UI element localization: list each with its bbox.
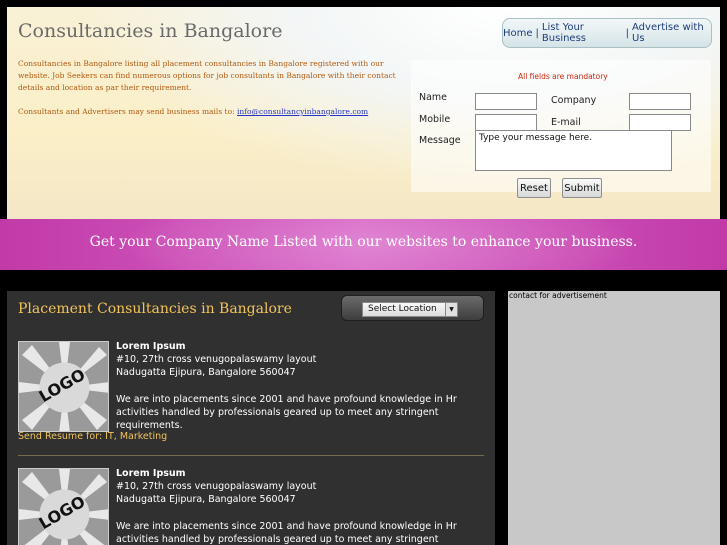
location-filter: Select Location ▼ [341,295,484,321]
nav-separator: | [535,27,539,39]
company-address-line1: #10, 27th cross venugopalaswamy layout [116,354,317,365]
promo-banner: Get your Company Name Listed with our we… [0,219,727,270]
company-name[interactable]: Lorem Ipsum [116,468,186,479]
intro-text: Consultancies in Bangalore listing all p… [18,58,403,130]
reset-button[interactable]: Reset [517,178,551,198]
listing-item: LOGO Lorem Ipsum #10, 27th cross venugop… [18,468,484,545]
company-input[interactable] [629,93,691,110]
email-label: E-mail [551,117,581,128]
header: Consultancies in Bangalore Home | List Y… [7,7,720,219]
site-title: Consultancies in Bangalore [18,20,283,42]
nav-separator: | [625,27,630,39]
submit-button[interactable]: Submit [562,178,602,198]
company-address-line1: #10, 27th cross venugopalaswamy layout [116,481,317,492]
nav-home-link[interactable]: Home [503,28,533,39]
contact-paragraph: Consultants and Advertisers may send bus… [18,106,403,118]
send-resume-link[interactable]: Send Resume for: IT, Marketing [18,431,167,442]
banner-text: Get your Company Name Listed with our we… [89,234,638,250]
advertisement-sidebar: contact for advertisement [508,291,720,545]
message-textarea[interactable]: Type your message here. [475,130,672,171]
company-description: We are into placements since 2001 and ha… [116,394,457,431]
company-label: Company [551,95,597,106]
section-title: Placement Consultancies in Bangalore [18,301,292,317]
mandatory-note: All fields are mandatory [518,72,608,81]
top-nav: Home | List Your Business | Advertise wi… [502,18,712,48]
nav-advertise-link[interactable]: Advertise with Us [632,22,711,44]
location-select[interactable]: Select Location ▼ [362,302,458,317]
intro-paragraph: Consultancies in Bangalore listing all p… [18,59,396,92]
company-address-line2: Nadugatta Ejipura, Bangalore 560047 [116,367,296,378]
listing-item: LOGO Lorem Ipsum #10, 27th cross venugop… [18,341,484,451]
listing-divider [18,455,484,456]
mobile-input[interactable] [475,114,537,131]
name-label: Name [419,92,448,103]
name-input[interactable] [475,93,537,110]
ad-label[interactable]: contact for advertisement [509,291,607,300]
mobile-label: Mobile [419,114,451,125]
contact-prefix: Consultants and Advertisers may send bus… [18,107,237,116]
company-address-line2: Nadugatta Ejipura, Bangalore 560047 [116,494,296,505]
nav-list-business-link[interactable]: List Your Business [542,22,623,44]
company-logo: LOGO [18,341,109,432]
contact-email-link[interactable]: info@consultancyinbangalore.com [237,107,368,116]
location-select-value: Select Location [368,304,437,314]
listings-panel: Placement Consultancies in Bangalore Sel… [7,291,495,545]
contact-form: All fields are mandatory Name Company Mo… [411,60,711,198]
company-description: We are into placements since 2001 and ha… [116,521,457,545]
company-logo: LOGO [18,468,109,545]
company-name[interactable]: Lorem Ipsum [116,341,186,352]
message-label: Message [419,135,461,146]
dropdown-arrow-icon[interactable]: ▼ [445,303,457,316]
email-input[interactable] [629,114,691,131]
